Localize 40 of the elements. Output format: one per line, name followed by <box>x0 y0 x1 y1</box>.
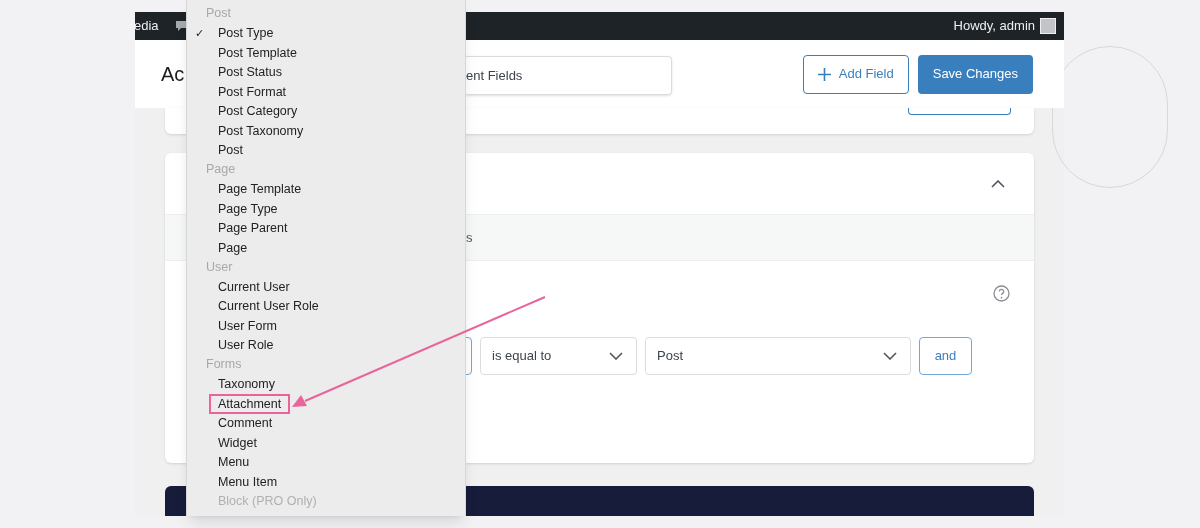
menu-item[interactable]: Comment <box>195 413 277 433</box>
collapse-chevron-icon[interactable] <box>991 179 1005 188</box>
menu-item[interactable]: ✓ Post Type <box>195 23 278 43</box>
menu-item[interactable]: Post Status <box>195 62 286 82</box>
title-input-field[interactable]: ent Fields <box>466 56 672 95</box>
greeting-text[interactable]: Howdy, admin <box>953 16 1035 36</box>
menu-item[interactable]: Post Format <box>195 82 291 102</box>
menu-group-heading: Page <box>206 161 237 178</box>
menu-item[interactable]: Post <box>195 140 247 160</box>
menu-item[interactable]: Page <box>195 238 252 258</box>
menu-item[interactable]: Page Template <box>195 179 306 199</box>
menu-item[interactable]: Page Parent <box>195 218 292 238</box>
menu-group-heading: Forms <box>206 356 243 373</box>
menu-item[interactable]: Taxonomy <box>195 374 279 394</box>
menu-item[interactable]: Current User Role <box>195 296 323 316</box>
menu-item[interactable]: Menu <box>195 452 254 472</box>
menu-item[interactable]: Post Category <box>195 101 302 121</box>
outline-button[interactable] <box>908 108 1011 115</box>
menu-item[interactable]: Post Template <box>195 43 301 63</box>
tab-label[interactable]: s <box>466 227 473 248</box>
plus-icon <box>817 67 831 81</box>
menu-group-heading: User <box>206 258 234 276</box>
menu-item[interactable]: User Role <box>195 335 278 355</box>
and-button[interactable]: and <box>919 337 972 375</box>
chevron-down-icon <box>609 352 623 360</box>
dropdown-select[interactable]: Post <box>645 337 911 375</box>
help-icon[interactable] <box>993 285 1010 302</box>
page-title: Ac <box>161 62 185 87</box>
dropdown-select[interactable]: is equal to <box>480 337 637 375</box>
menu-item[interactable]: Current User <box>195 277 294 297</box>
save-button[interactable]: Save Changes <box>917 54 1033 94</box>
admin-bar-link[interactable]: edia <box>135 16 159 36</box>
menu-item[interactable]: Menu Item <box>195 472 282 492</box>
menu-item[interactable]: Widget <box>195 433 261 453</box>
menu-group-heading: Post <box>206 5 232 22</box>
menu-item[interactable]: User Form <box>195 316 282 336</box>
menu-item[interactable]: Post Taxonomy <box>195 121 308 141</box>
add-field-button[interactable]: Add Field <box>802 54 909 94</box>
menu-item[interactable]: Page Type <box>195 199 282 219</box>
chevron-down-icon <box>883 352 897 360</box>
